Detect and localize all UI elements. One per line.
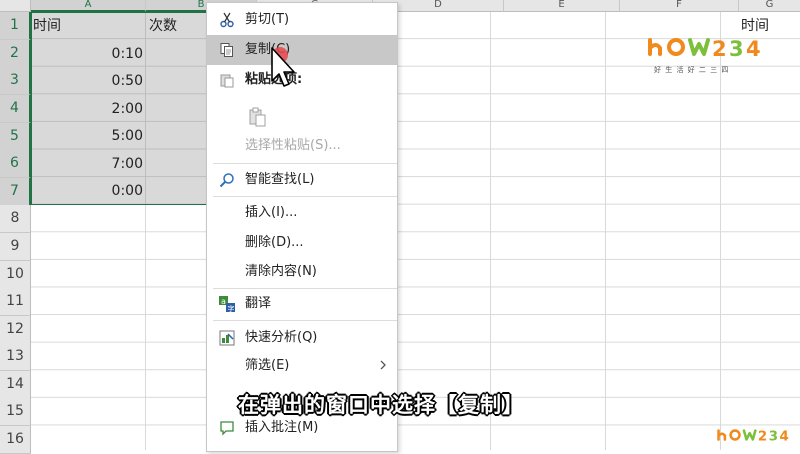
menu-item-filter-label: 筛选(E) <box>245 358 290 373</box>
quick-analysis-icon <box>219 330 235 346</box>
row-header-11[interactable]: 11 <box>0 288 31 316</box>
menu-item-paste-button[interactable] <box>207 99 397 133</box>
menu-item-cut-label: 剪切(T) <box>245 12 290 27</box>
menu-separator <box>213 163 397 164</box>
svg-text:字: 字 <box>228 304 235 312</box>
row-header-14[interactable]: 14 <box>0 371 31 399</box>
row-header-10[interactable]: 10 <box>0 261 31 289</box>
brand-logo: 2 3 4 好 生 活 好 二 三 四 <box>646 30 772 75</box>
menu-item-translate[interactable]: a字 翻译 <box>207 289 397 319</box>
brand-tagline: 好 生 活 好 二 三 四 <box>654 66 730 74</box>
menu-separator <box>213 196 397 197</box>
row-header-4[interactable]: 4 <box>0 95 31 123</box>
svg-text:4: 4 <box>779 430 788 445</box>
cell-a1[interactable]: 时间 <box>33 13 61 40</box>
menu-item-quick-analysis-label: 快速分析(Q) <box>245 330 318 345</box>
svg-text:3: 3 <box>769 430 778 445</box>
svg-text:3: 3 <box>729 37 744 61</box>
svg-text:4: 4 <box>746 37 761 61</box>
column-header-g[interactable]: G <box>739 0 800 12</box>
menu-item-cut[interactable]: 剪切(T) <box>207 5 397 35</box>
row-header-9[interactable]: 9 <box>0 233 31 261</box>
menu-item-clear-contents-label: 清除内容(N) <box>245 264 317 279</box>
cell-a7[interactable]: 0:00 <box>33 178 143 205</box>
menu-item-copy[interactable]: 复制(C) <box>207 35 397 65</box>
row-header-15[interactable]: 15 <box>0 398 31 426</box>
paste-options-icon <box>219 72 235 88</box>
row-header-12[interactable]: 12 <box>0 316 31 344</box>
search-icon <box>219 172 235 188</box>
menu-item-smart-lookup[interactable]: 智能查找(L) <box>207 165 397 195</box>
menu-item-translate-label: 翻译 <box>245 296 272 311</box>
translate-icon: a字 <box>219 296 235 313</box>
menu-item-paste-special-label: 选择性粘贴(S)... <box>245 138 341 153</box>
cell-a5[interactable]: 5:00 <box>33 123 143 150</box>
column-header-e[interactable]: E <box>504 0 620 12</box>
menu-item-filter[interactable]: 筛选(E) <box>207 351 397 381</box>
mouse-cursor <box>258 45 298 99</box>
svg-text:2: 2 <box>758 430 767 445</box>
row-header-6[interactable]: 6 <box>0 150 31 178</box>
brand-logo-watermark: 2 3 4 <box>716 424 796 450</box>
column-header-a[interactable]: A <box>31 0 146 12</box>
svg-text:2: 2 <box>712 37 727 61</box>
comment-icon <box>219 420 235 436</box>
row-header-5[interactable]: 5 <box>0 123 31 151</box>
copy-icon <box>219 42 235 58</box>
menu-item-insert-label: 插入(I)... <box>245 205 298 220</box>
column-header-f[interactable]: F <box>620 0 739 12</box>
menu-item-clear-contents[interactable]: 清除内容(N) <box>207 257 397 287</box>
menu-item-delete[interactable]: 删除(D)... <box>207 228 397 258</box>
cell-a3[interactable]: 0:50 <box>33 68 143 95</box>
menu-item-paste-special[interactable]: 选择性粘贴(S)... <box>207 131 397 161</box>
cell-a6[interactable]: 7:00 <box>33 151 143 178</box>
cell-a2[interactable]: 0:10 <box>33 41 143 68</box>
svg-text:a: a <box>221 297 226 306</box>
context-menu: 剪切(T) 复制(C) 粘贴选项: 选择性粘贴(S)... 智能查找(L) 插入… <box>206 2 398 452</box>
select-all-corner[interactable] <box>0 0 31 12</box>
menu-separator <box>213 320 397 321</box>
row-header-13[interactable]: 13 <box>0 343 31 371</box>
row-header-7[interactable]: 7 <box>0 178 31 206</box>
menu-item-smart-lookup-label: 智能查找(L) <box>245 172 315 187</box>
cell-b1[interactable]: 次数 <box>149 13 177 40</box>
menu-item-insert[interactable]: 插入(I)... <box>207 198 397 228</box>
clipboard-icon <box>247 107 266 127</box>
brand-logo-watermark-mark: 2 3 4 <box>717 429 789 445</box>
brand-logo-mark: 2 3 4 <box>648 37 761 61</box>
chevron-right-icon <box>379 351 387 381</box>
cell-a4[interactable]: 2:00 <box>33 96 143 123</box>
menu-item-delete-label: 删除(D)... <box>245 235 304 250</box>
row-header-3[interactable]: 3 <box>0 67 31 95</box>
scissors-icon <box>219 12 235 28</box>
menu-item-paste-options: 粘贴选项: <box>207 65 397 95</box>
row-header-2[interactable]: 2 <box>0 40 31 68</box>
menu-item-quick-analysis[interactable]: 快速分析(Q) <box>207 323 397 353</box>
row-header-8[interactable]: 8 <box>0 205 31 233</box>
video-caption: 在弹出的窗口中选择【复制】 <box>238 393 524 417</box>
row-header-1[interactable]: 1 <box>0 12 31 40</box>
